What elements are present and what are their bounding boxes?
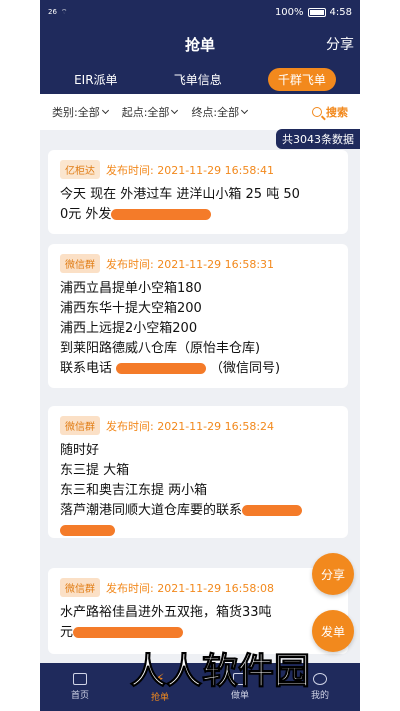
order-card[interactable]: 微信群 发布时间: 2021-11-29 16:58:24 随时好 东三提 大箱…: [48, 406, 348, 538]
order-line: 东三和奥吉江东提 两小箱: [60, 483, 208, 498]
order-line: 今天 现在 外港过车 进洋山小箱 25 吨 50: [60, 187, 300, 202]
chevron-down-icon: [101, 106, 109, 115]
tab-eir-dispatch[interactable]: EIR派单: [64, 68, 127, 91]
redaction-mark: [73, 627, 184, 638]
order-line: 浦西上远提2小空箱200: [60, 321, 198, 336]
end-filter[interactable]: 终点:全部: [191, 104, 249, 120]
tab-group-orders[interactable]: 千群飞单: [267, 67, 336, 91]
order-line: 浦西东华十提大空箱200: [60, 301, 202, 316]
order-line: 联系电话: [60, 361, 113, 376]
publish-time: 发布时间: 2021-11-29 16:58:41: [106, 163, 275, 177]
order-line: 浦西立昌提单小空箱180: [60, 281, 202, 296]
order-card[interactable]: 微信群 发布时间: 2021-11-29 16:58:31 浦西立昌提单小空箱1…: [48, 244, 348, 388]
result-count-badge: 共3043条数据: [276, 129, 360, 149]
source-badge: 微信群: [60, 254, 100, 273]
source-badge: 亿柜达: [60, 160, 100, 179]
tab-bar: EIR派单 飞单信息 千群飞单: [40, 64, 360, 94]
app-frame: 26 ⌔ 100% 4:58 抢单 分享 EIR派单 飞单信息 千群飞单 类别:…: [40, 0, 360, 711]
publish-time: 发布时间: 2021-11-29 16:58:08: [106, 581, 275, 595]
network-label: 26: [48, 8, 57, 16]
battery-percent: 100%: [274, 6, 304, 18]
nav-home[interactable]: 首页: [71, 673, 89, 701]
start-filter[interactable]: 起点:全部: [121, 104, 179, 120]
order-line: 落芦潮港同顺大道仓库要的联系: [60, 503, 243, 518]
order-line: 到莱阳路德威八仓库（原怡丰仓库): [60, 341, 261, 356]
redaction-mark: [111, 209, 212, 220]
start-filter-label: 起点:全部: [121, 106, 170, 119]
user-icon: [312, 673, 327, 685]
search-button[interactable]: 搜索: [312, 104, 348, 120]
redaction-mark: [60, 525, 115, 536]
nav-home-label: 首页: [70, 691, 89, 701]
signal-indicator: 26 ⌔: [48, 8, 68, 17]
wifi-icon: ⌔: [60, 7, 68, 16]
clock: 4:58: [329, 6, 352, 18]
source-badge: 微信群: [60, 416, 100, 435]
order-line: （微信同号): [210, 361, 281, 376]
app-header: 抢单 分享: [40, 24, 360, 64]
share-link[interactable]: 分享: [326, 34, 354, 54]
category-filter-label: 类别:全部: [52, 106, 100, 119]
publish-time: 发布时间: 2021-11-29 16:58:24: [106, 419, 275, 433]
publish-time: 发布时间: 2021-11-29 16:58:31: [106, 257, 275, 271]
chevron-down-icon: [171, 106, 179, 115]
order-card[interactable]: 亿柜达 发布时间: 2021-11-29 16:58:41 今天 现在 外港过车…: [48, 150, 348, 234]
chevron-down-icon: [241, 106, 249, 115]
source-badge: 微信群: [60, 578, 100, 597]
redaction-mark: [116, 363, 207, 374]
search-label: 搜索: [326, 106, 348, 119]
order-line: 东三提 大箱: [60, 463, 130, 478]
status-bar: 26 ⌔ 100% 4:58: [40, 0, 360, 24]
filter-bar: 类别:全部 起点:全部 终点:全部 搜索: [40, 94, 360, 130]
nav-profile[interactable]: 我的: [311, 673, 329, 701]
order-line: 随时好: [60, 443, 100, 458]
order-line: 水产路裕佳昌进外五双拖，箱货33吨: [60, 605, 272, 620]
search-icon: [312, 107, 322, 117]
post-order-fab[interactable]: 发单: [312, 610, 354, 652]
watermark-text: 人人软件园: [129, 651, 311, 693]
order-line: 0元 外发: [60, 207, 112, 222]
order-line: 元: [60, 625, 74, 640]
end-filter-label: 终点:全部: [191, 106, 240, 119]
share-fab[interactable]: 分享: [312, 553, 354, 595]
nav-profile-label: 我的: [310, 691, 329, 701]
redaction-mark: [242, 505, 303, 516]
category-filter[interactable]: 类别:全部: [52, 104, 109, 120]
list-icon: [72, 673, 87, 685]
battery-icon: [307, 7, 326, 17]
tab-flying-orders[interactable]: 飞单信息: [164, 68, 232, 91]
page-title: 抢单: [184, 35, 215, 54]
